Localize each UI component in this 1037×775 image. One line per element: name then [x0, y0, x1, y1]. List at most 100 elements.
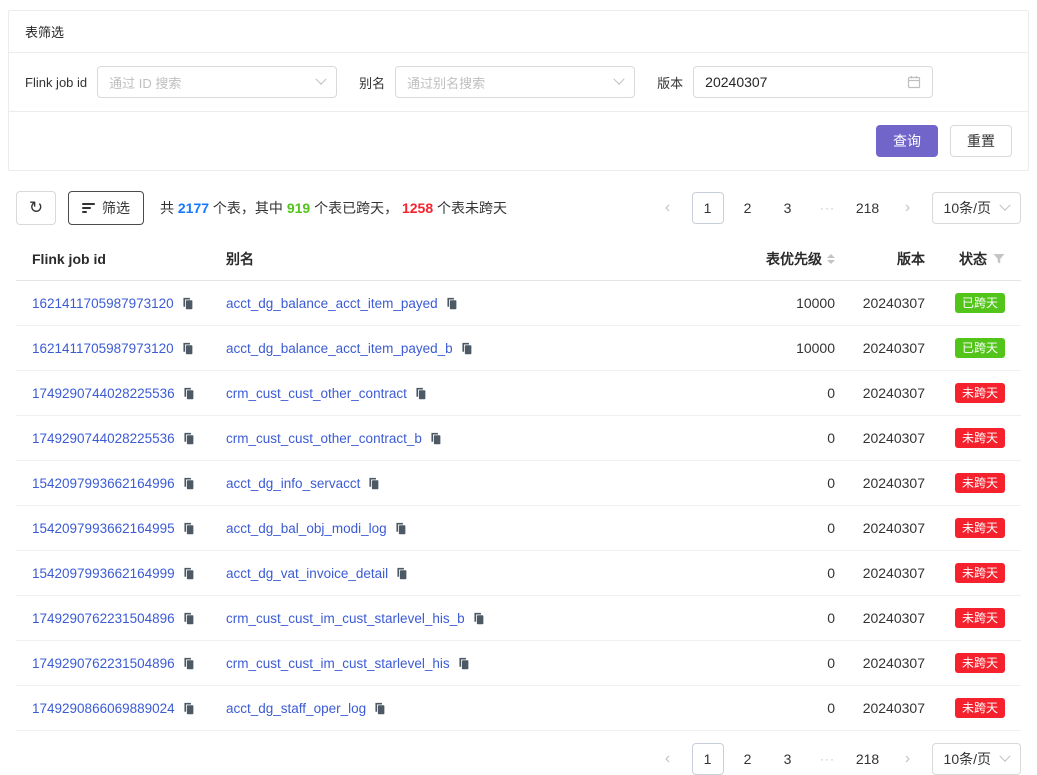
footer-row: ‹ 1 2 3 ··· 218 › 10条/页: [16, 743, 1021, 775]
alias-link[interactable]: crm_cust_cust_other_contract_b: [226, 431, 422, 446]
page-3[interactable]: 3: [772, 192, 804, 224]
copy-icon[interactable]: [472, 612, 485, 625]
cell-priority: 0: [715, 565, 835, 581]
summary-text: 共 2177 个表，其中 919 个表已跨天， 1258 个表未跨天: [160, 198, 507, 218]
cell-alias: crm_cust_cust_im_cust_starlevel_his: [226, 656, 715, 671]
copy-icon[interactable]: [182, 477, 195, 490]
page-size-select[interactable]: 10条/页: [932, 743, 1021, 775]
next-page-button[interactable]: ›: [892, 192, 924, 224]
alias-link[interactable]: acct_dg_info_servacct: [226, 476, 360, 491]
version-label: 版本: [657, 73, 683, 92]
page-2[interactable]: 2: [732, 743, 764, 775]
cell-status: 未跨天: [925, 383, 1005, 403]
refresh-button[interactable]: ↻: [16, 191, 56, 225]
page-ellipsis[interactable]: ···: [812, 192, 844, 224]
flink-job-id-link[interactable]: 1749290762231504896: [32, 611, 175, 626]
copy-icon[interactable]: [394, 522, 407, 535]
version-date-picker[interactable]: 20240307: [693, 66, 933, 98]
table-body: 1621411705987973120 acct_dg_balance_acct…: [16, 281, 1021, 731]
table-row: 1749290762231504896 crm_cust_cust_im_cus…: [16, 641, 1021, 686]
cell-version: 20240307: [835, 430, 925, 446]
alias-select[interactable]: 通过别名搜索: [395, 66, 635, 98]
filter-funnel-icon[interactable]: [993, 253, 1005, 265]
refresh-icon: ↻: [29, 198, 43, 218]
flink-job-id-select[interactable]: 通过 ID 搜索: [97, 66, 337, 98]
copy-icon[interactable]: [182, 567, 195, 580]
alias-link[interactable]: acct_dg_balance_acct_item_payed_b: [226, 341, 453, 356]
flink-job-id-link[interactable]: 1542097993662164995: [32, 521, 175, 536]
status-badge: 未跨天: [955, 518, 1005, 538]
copy-icon[interactable]: [457, 657, 470, 670]
alias-link[interactable]: crm_cust_cust_im_cust_starlevel_his: [226, 656, 450, 671]
header-priority[interactable]: 表优先级: [715, 249, 835, 269]
filter-button[interactable]: 筛选: [68, 191, 144, 225]
cell-flink-job-id: 1542097993662164999: [32, 566, 226, 581]
flink-job-id-link[interactable]: 1749290866069889024: [32, 701, 175, 716]
flink-job-id-link[interactable]: 1749290744028225536: [32, 431, 175, 446]
filter-list-icon: [82, 203, 95, 213]
prev-page-button[interactable]: ‹: [652, 743, 684, 775]
page-ellipsis[interactable]: ···: [812, 743, 844, 775]
copy-icon[interactable]: [445, 297, 458, 310]
sort-icon[interactable]: [827, 254, 835, 264]
page-3[interactable]: 3: [772, 743, 804, 775]
cell-version: 20240307: [835, 655, 925, 671]
cell-flink-job-id: 1542097993662164995: [32, 521, 226, 536]
alias-field-group: 别名 通过别名搜索: [359, 66, 635, 98]
alias-link[interactable]: crm_cust_cust_other_contract: [226, 386, 407, 401]
next-page-button[interactable]: ›: [892, 743, 924, 775]
page-last[interactable]: 218: [852, 743, 884, 775]
alias-link[interactable]: acct_dg_bal_obj_modi_log: [226, 521, 387, 536]
copy-icon[interactable]: [182, 387, 195, 400]
copy-icon[interactable]: [367, 477, 380, 490]
cell-version: 20240307: [835, 565, 925, 581]
cell-flink-job-id: 1749290744028225536: [32, 386, 226, 401]
flink-job-id-link[interactable]: 1621411705987973120: [32, 341, 174, 356]
flink-job-id-link[interactable]: 1542097993662164999: [32, 566, 175, 581]
copy-icon[interactable]: [429, 432, 442, 445]
cell-status: 未跨天: [925, 473, 1005, 493]
flink-job-id-link[interactable]: 1621411705987973120: [32, 296, 174, 311]
alias-link[interactable]: acct_dg_vat_invoice_detail: [226, 566, 388, 581]
cell-priority: 0: [715, 475, 835, 491]
status-badge: 未跨天: [955, 428, 1005, 448]
page-size-value: 10条/页: [944, 749, 991, 769]
cell-priority: 0: [715, 610, 835, 626]
header-status: 状态: [925, 249, 1005, 269]
page-last[interactable]: 218: [852, 192, 884, 224]
table-row: 1542097993662164999 acct_dg_vat_invoice_…: [16, 551, 1021, 596]
status-badge: 未跨天: [955, 698, 1005, 718]
copy-icon[interactable]: [395, 567, 408, 580]
page: 表筛选 Flink job id 通过 ID 搜索 别名 通过别名搜索 版本: [0, 0, 1037, 775]
copy-icon[interactable]: [182, 522, 195, 535]
reset-button[interactable]: 重置: [950, 125, 1012, 157]
cell-priority: 10000: [715, 295, 835, 311]
copy-icon[interactable]: [181, 297, 194, 310]
flink-job-id-link[interactable]: 1749290762231504896: [32, 656, 175, 671]
flink-job-id-link[interactable]: 1749290744028225536: [32, 386, 175, 401]
cell-status: 未跨天: [925, 518, 1005, 538]
filter-panel: 表筛选 Flink job id 通过 ID 搜索 别名 通过别名搜索 版本: [8, 10, 1029, 171]
cell-flink-job-id: 1621411705987973120: [32, 296, 226, 311]
copy-icon[interactable]: [182, 657, 195, 670]
prev-page-button[interactable]: ‹: [652, 192, 684, 224]
copy-icon[interactable]: [182, 612, 195, 625]
alias-link[interactable]: acct_dg_balance_acct_item_payed: [226, 296, 438, 311]
query-button[interactable]: 查询: [876, 125, 938, 157]
alias-link[interactable]: acct_dg_staff_oper_log: [226, 701, 366, 716]
copy-icon[interactable]: [373, 702, 386, 715]
copy-icon[interactable]: [181, 342, 194, 355]
copy-icon[interactable]: [414, 387, 427, 400]
copy-icon[interactable]: [182, 432, 195, 445]
page-1[interactable]: 1: [692, 192, 724, 224]
page-1[interactable]: 1: [692, 743, 724, 775]
page-2[interactable]: 2: [732, 192, 764, 224]
page-size-select[interactable]: 10条/页: [932, 192, 1021, 224]
alias-link[interactable]: crm_cust_cust_im_cust_starlevel_his_b: [226, 611, 465, 626]
cell-flink-job-id: 1542097993662164996: [32, 476, 226, 491]
flink-job-id-link[interactable]: 1542097993662164996: [32, 476, 175, 491]
cell-alias: crm_cust_cust_other_contract: [226, 386, 715, 401]
toolbar: ↻ 筛选 共 2177 个表，其中 919 个表已跨天， 1258 个表未跨天 …: [16, 191, 1021, 225]
copy-icon[interactable]: [460, 342, 473, 355]
copy-icon[interactable]: [182, 702, 195, 715]
